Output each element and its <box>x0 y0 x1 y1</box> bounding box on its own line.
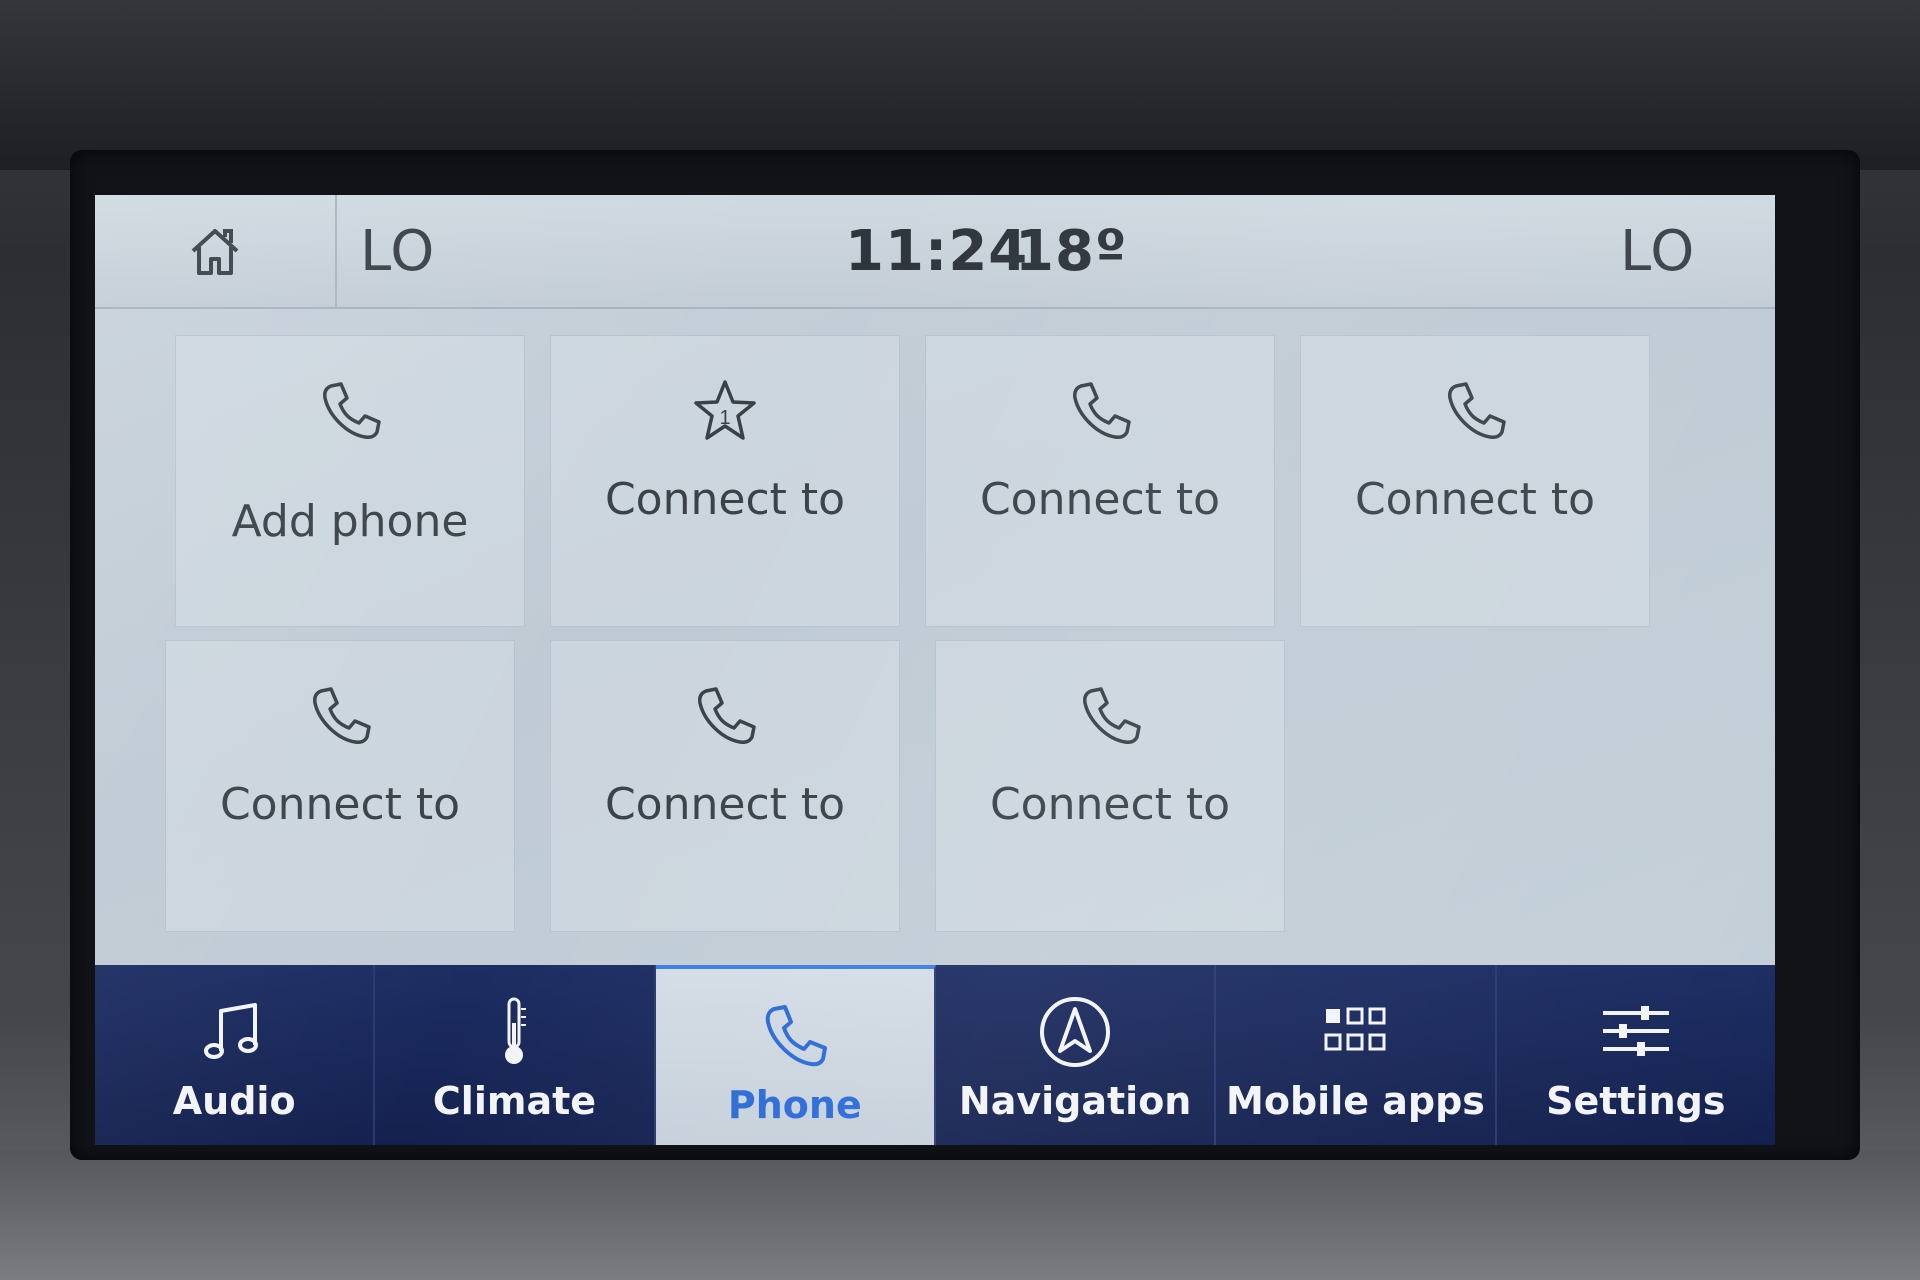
phone-icon <box>323 382 381 439</box>
svg-text:1: 1 <box>719 407 730 429</box>
connect-favorite-tile[interactable]: 1 Connect to <box>550 335 900 627</box>
nav-phone[interactable]: Phone <box>655 965 936 1145</box>
tile-label: Connect to <box>989 779 1231 830</box>
driver-temp-setting[interactable]: LO <box>360 219 435 284</box>
connect-tile[interactable]: Connect to <box>165 640 515 932</box>
home-button[interactable] <box>95 195 337 307</box>
sliders-icon <box>1602 1006 1669 1056</box>
clock: 11:24 <box>845 219 1029 284</box>
status-bar: LO 11:24 18º LO <box>95 195 1775 309</box>
tile-label: Connect to <box>219 779 461 830</box>
nav-label: Phone <box>727 1083 862 1127</box>
phone-icon <box>1073 382 1131 439</box>
nav-label: Navigation <box>958 1079 1192 1123</box>
connect-tile[interactable]: Connect to <box>925 335 1275 627</box>
compass-arrow-icon <box>1040 997 1111 1067</box>
phone-icon <box>698 687 756 744</box>
tile-label: Connect to <box>604 779 846 830</box>
bezel-bottom <box>0 1150 1920 1280</box>
apps-grid-icon <box>1324 1007 1386 1051</box>
add-phone-tile[interactable]: Add phone <box>175 335 525 627</box>
infotainment-screen: LO 11:24 18º LO Add phone 1 Connect to C… <box>95 195 1775 1145</box>
connect-tile[interactable]: Connect to <box>935 640 1285 932</box>
tile-label: Connect to <box>604 474 846 525</box>
passenger-temp-setting[interactable]: LO <box>1620 219 1695 284</box>
connect-tile[interactable]: Connect to <box>550 640 900 932</box>
thermometer-icon <box>505 997 527 1064</box>
tile-label: Connect to <box>979 474 1221 525</box>
nav-label: Settings <box>1546 1079 1726 1123</box>
home-icon <box>191 229 239 275</box>
phone-icon <box>765 1005 827 1067</box>
tile-label: Connect to <box>1354 474 1596 525</box>
music-note-icon <box>204 1003 259 1059</box>
bottom-nav-bar: Audio Climate Phone Navigation Mobile ap… <box>95 965 1775 1145</box>
outside-temperature: 18º <box>1015 219 1128 284</box>
connect-tile[interactable]: Connect to <box>1300 335 1650 627</box>
nav-settings[interactable]: Settings <box>1497 965 1775 1145</box>
tile-label: Add phone <box>231 496 469 547</box>
bezel-top <box>0 0 1920 170</box>
nav-label: Audio <box>172 1079 296 1123</box>
phone-icon <box>1083 687 1141 744</box>
nav-mobile-apps[interactable]: Mobile apps <box>1216 965 1497 1145</box>
phone-icon <box>313 687 371 744</box>
nav-navigation[interactable]: Navigation <box>936 965 1217 1145</box>
star-1-icon: 1 <box>694 380 756 440</box>
nav-label: Mobile apps <box>1226 1079 1485 1123</box>
nav-label: Climate <box>432 1079 597 1123</box>
nav-climate[interactable]: Climate <box>375 965 656 1145</box>
phone-icon <box>1448 382 1506 439</box>
nav-audio[interactable]: Audio <box>95 965 376 1145</box>
